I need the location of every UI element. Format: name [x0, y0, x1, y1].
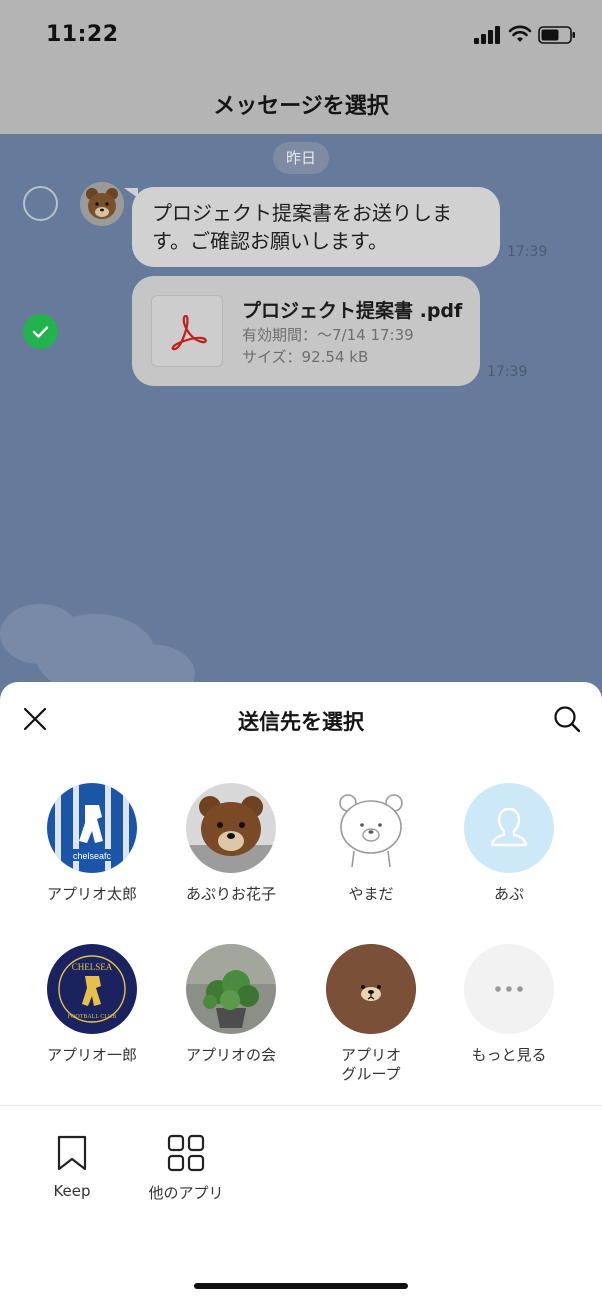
battery-icon — [538, 26, 575, 44]
sheet-title: 送信先を選択 — [238, 710, 364, 734]
sender-avatar[interactable] — [80, 182, 124, 226]
contact-name: アプリオ太郎 — [46, 885, 137, 903]
contact-avatar — [186, 944, 276, 1034]
message-time: 17:39 — [507, 244, 548, 260]
home-indicator[interactable] — [194, 1283, 408, 1289]
pdf-file-icon — [151, 295, 223, 367]
search-icon[interactable] — [552, 704, 582, 734]
contact-name: やまだ — [348, 885, 394, 903]
select-message-radio[interactable] — [23, 186, 58, 221]
signal-icon — [474, 26, 502, 44]
divider — [0, 1105, 602, 1106]
contact-item[interactable]: アプリオ グループ — [311, 944, 431, 1084]
contact-avatar: chelseafc — [47, 783, 137, 873]
svg-text:FOOTBALL CLUB: FOOTBALL CLUB — [68, 1014, 117, 1020]
share-sheet: 送信先を選択 chelseafc アプリオ太郎 あぷりお花子 やまだ あぷ CH… — [0, 682, 602, 1302]
status-time: 11:22 — [46, 22, 119, 47]
more-icon — [464, 944, 554, 1034]
wifi-icon — [508, 25, 532, 42]
contact-item[interactable]: アプリオの会 — [171, 944, 291, 1065]
contact-item[interactable]: あぷ — [449, 783, 569, 904]
other-apps-button[interactable]: 他のアプリ — [141, 1134, 231, 1203]
file-expiry: 有効期間：〜7/14 17:39 — [242, 326, 414, 344]
message-bubble[interactable]: プロジェクト提案書をお送りします。ご確認お願いします。 — [132, 187, 500, 267]
file-size: サイズ：92.54 kB — [242, 348, 369, 366]
contact-avatar: CHELSEA FOOTBALL CLUB — [47, 944, 137, 1034]
contact-name: アプリオの会 — [185, 1046, 276, 1064]
more-contacts-item[interactable]: もっと見る — [449, 944, 569, 1065]
status-bar: 11:22 — [0, 0, 602, 70]
bookmark-icon — [57, 1135, 87, 1171]
header: メッセージを選択 — [0, 70, 602, 134]
page-title: メッセージを選択 — [213, 94, 389, 119]
app-label: 他のアプリ — [148, 1184, 224, 1202]
keep-button[interactable]: Keep — [40, 1134, 104, 1200]
message-time: 17:39 — [487, 364, 528, 380]
person-icon — [490, 807, 528, 847]
date-chip: 昨日 — [273, 142, 329, 174]
contact-item[interactable]: CHELSEA FOOTBALL CLUB アプリオ一郎 — [32, 944, 152, 1065]
contact-item[interactable]: やまだ — [311, 783, 431, 904]
contact-avatar — [186, 783, 276, 873]
contact-avatar — [326, 783, 416, 873]
svg-text:CHELSEA: CHELSEA — [72, 962, 113, 972]
background-cloud — [0, 604, 195, 694]
contact-name: あぷりお花子 — [185, 885, 276, 903]
contact-name: もっと見る — [471, 1046, 547, 1064]
contact-item[interactable]: chelseafc アプリオ太郎 — [32, 783, 152, 904]
file-name: プロジェクト提案書 .pdf — [242, 300, 463, 322]
grid-icon — [167, 1134, 205, 1172]
contact-name: あぷ — [493, 885, 524, 903]
select-message-radio-checked[interactable] — [23, 314, 58, 349]
contact-name: アプリオ一郎 — [46, 1046, 137, 1064]
file-message-bubble[interactable]: プロジェクト提案書 .pdf 有効期間：〜7/14 17:39 サイズ：92.5… — [132, 276, 480, 386]
contact-name: アプリオ グループ — [340, 1046, 401, 1083]
chat-area: 昨日 プロジェクト提案書をお送りします。ご確認お願いします。 17:39 プロジ… — [0, 134, 602, 694]
app-label: Keep — [53, 1182, 91, 1200]
contact-avatar — [326, 944, 416, 1034]
default-person-avatar — [464, 783, 554, 873]
check-icon — [32, 326, 49, 338]
svg-text:chelseafc: chelseafc — [73, 851, 112, 861]
contact-item[interactable]: あぷりお花子 — [171, 783, 291, 904]
